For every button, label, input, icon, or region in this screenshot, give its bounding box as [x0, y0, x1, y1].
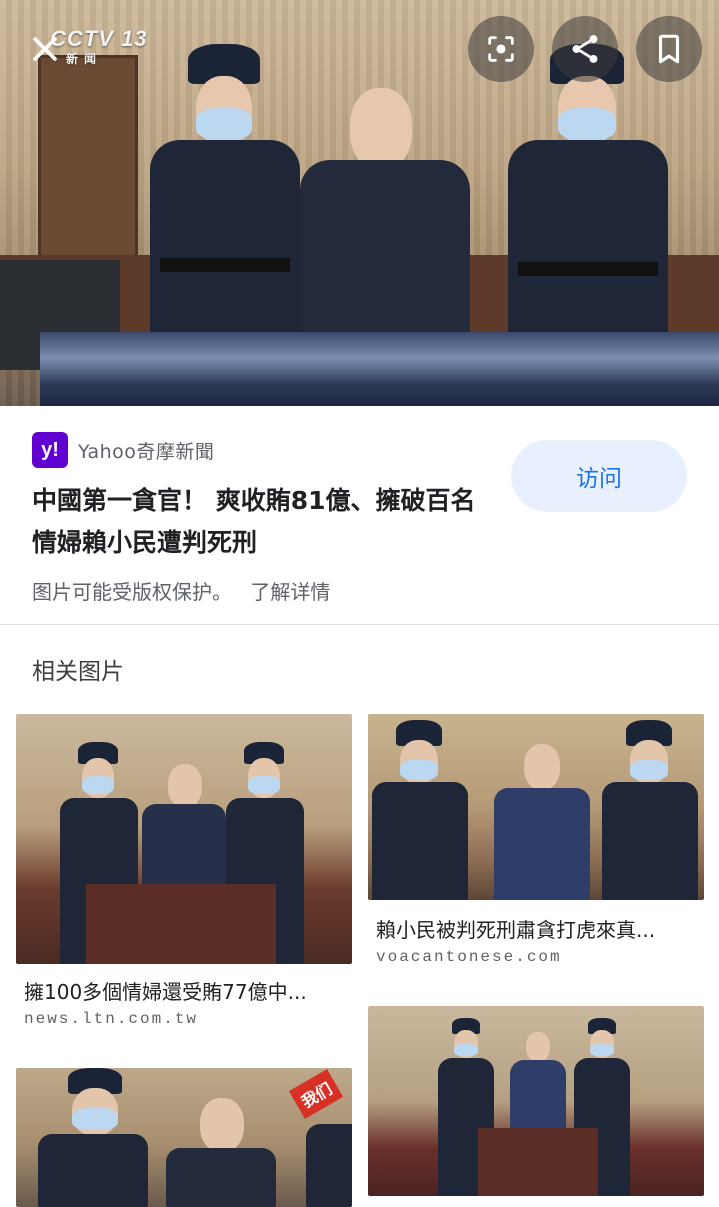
copyright-text: 图片可能受版权保护。 [32, 580, 232, 604]
share-icon [572, 35, 598, 63]
visit-button[interactable]: 访问 [511, 440, 687, 512]
share-button[interactable] [552, 16, 618, 82]
learn-more-link[interactable]: 了解详情 [250, 580, 330, 604]
guard-left [150, 40, 300, 340]
related-images-heading: 相关图片 [32, 659, 124, 685]
related-image-3[interactable]: 我们 [16, 1068, 352, 1207]
related-image-2[interactable] [368, 714, 704, 900]
related-caption-2[interactable]: 賴小民被判死刑肅貪打虎來真... [376, 914, 696, 943]
divider [0, 624, 719, 625]
close-button[interactable] [12, 16, 78, 82]
close-icon [33, 37, 57, 61]
hero-image[interactable]: CCTV 13 新闻 [0, 0, 719, 406]
lens-icon [488, 36, 514, 62]
result-title[interactable]: 中國第一貪官！ 爽收賄81億、擁破百名情婦賴小民遭判死刑 [32, 480, 492, 564]
related-image-4[interactable] [368, 1006, 704, 1196]
bookmark-button[interactable] [636, 16, 702, 82]
defendant-stand [40, 332, 719, 406]
guard-right [508, 40, 668, 340]
defendant [300, 84, 470, 350]
source-name: Yahoo奇摩新聞 [78, 440, 215, 463]
related-domain-2: voacantonese.com [376, 948, 562, 966]
related-domain-1: news.ltn.com.tw [24, 1010, 199, 1028]
courtroom-door [38, 55, 138, 265]
bookmark-icon [658, 34, 680, 64]
related-image-1[interactable] [16, 714, 352, 964]
source-row[interactable]: y! Yahoo奇摩新聞 [32, 432, 214, 468]
related-caption-1[interactable]: 擁100多個情婦還受賄77億中... [24, 976, 344, 1005]
lens-button[interactable] [468, 16, 534, 82]
copyright-notice: 图片可能受版权保护。 了解详情 [32, 576, 330, 605]
yahoo-logo: y! [32, 432, 68, 468]
